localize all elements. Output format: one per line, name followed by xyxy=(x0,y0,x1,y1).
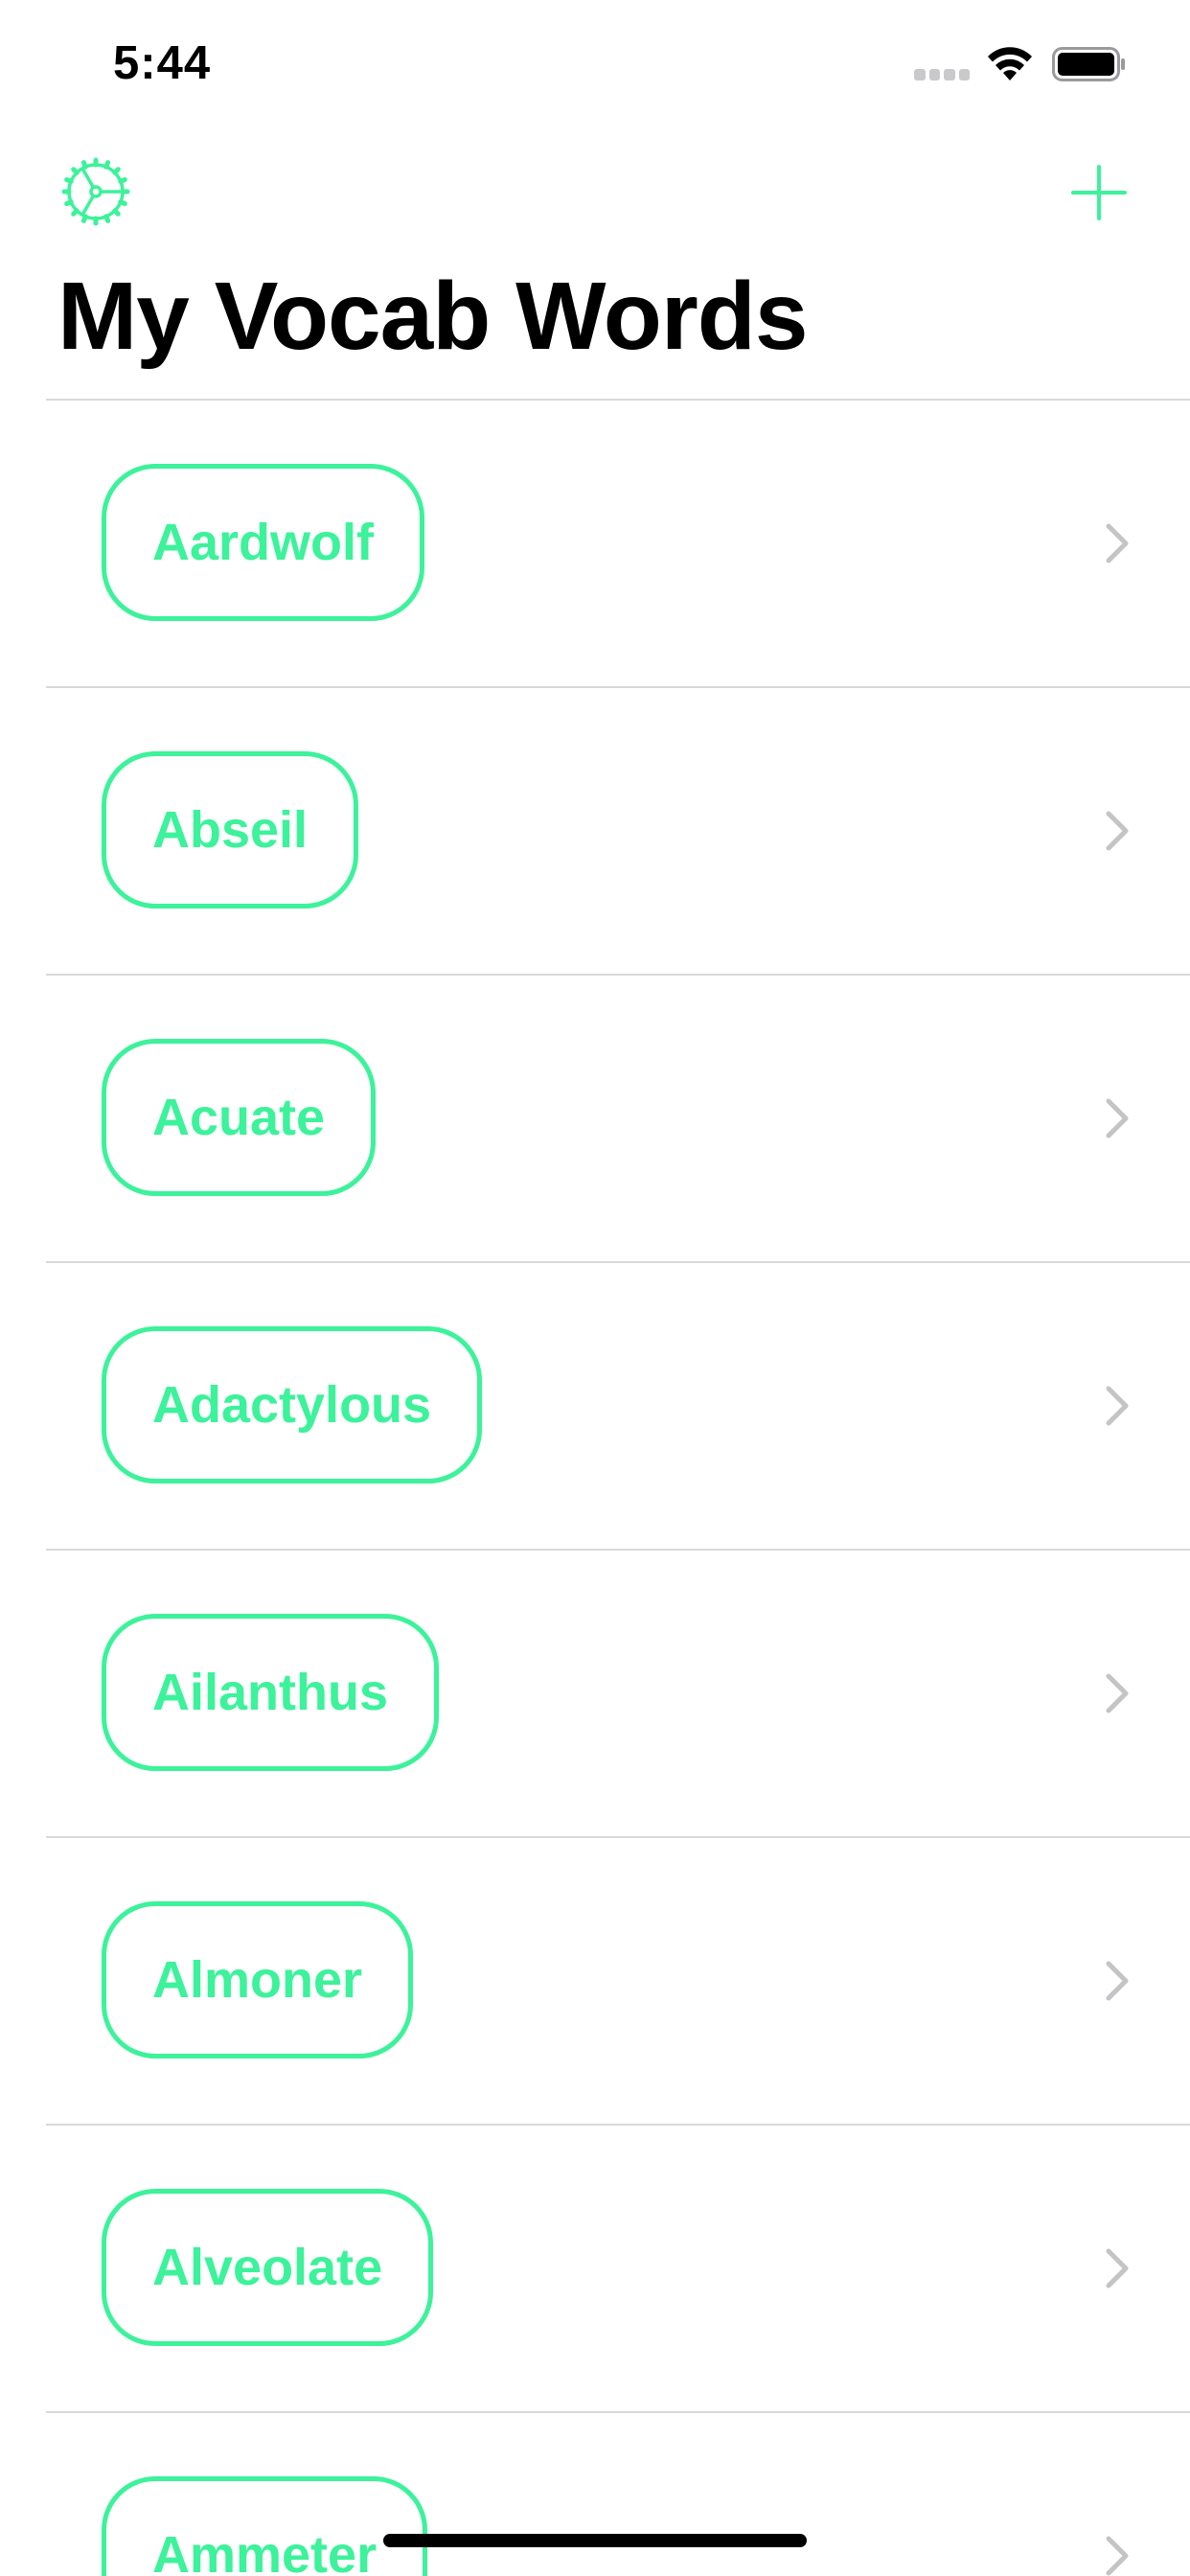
status-bar: 5:44 xyxy=(0,0,1190,126)
page-title: My Vocab Words xyxy=(57,263,808,370)
cellular-signal-icon xyxy=(914,69,970,80)
word-label: Acuate xyxy=(152,1089,326,1146)
chevron-right-icon xyxy=(1106,523,1129,564)
chevron-right-icon xyxy=(1106,2536,1129,2576)
home-indicator[interactable] xyxy=(383,2534,807,2547)
word-list: Aardwolf Abseil Acuate Adactylous Ailant… xyxy=(46,401,1190,2576)
word-pill[interactable]: Abseil xyxy=(102,751,359,908)
word-label: Abseil xyxy=(152,801,309,859)
battery-icon xyxy=(1052,47,1125,81)
word-label: Almoner xyxy=(152,1951,363,2009)
word-pill[interactable]: Ailanthus xyxy=(102,1614,440,1771)
chevron-right-icon xyxy=(1106,2248,1129,2288)
wifi-icon xyxy=(988,47,1032,80)
word-pill[interactable]: Adactylous xyxy=(102,1326,483,1484)
word-pill[interactable]: Ammeter xyxy=(102,2476,428,2576)
list-item[interactable]: Alveolate xyxy=(46,2126,1190,2413)
list-item[interactable]: Ammeter xyxy=(46,2413,1190,2576)
word-label: Alveolate xyxy=(152,2239,383,2296)
word-pill[interactable]: Aardwolf xyxy=(102,464,425,621)
list-item[interactable]: Adactylous xyxy=(46,1263,1190,1551)
chevron-right-icon xyxy=(1106,811,1129,851)
list-item[interactable]: Acuate xyxy=(46,976,1190,1263)
word-pill[interactable]: Alveolate xyxy=(102,2189,434,2346)
chevron-right-icon xyxy=(1106,1386,1129,1426)
list-item[interactable]: Almoner xyxy=(46,1838,1190,2126)
word-label: Aardwolf xyxy=(152,514,375,571)
chevron-right-icon xyxy=(1106,1098,1129,1138)
list-item[interactable]: Ailanthus xyxy=(46,1551,1190,1838)
status-time: 5:44 xyxy=(113,37,212,89)
list-item[interactable]: Aardwolf xyxy=(46,401,1190,688)
word-label: Ailanthus xyxy=(152,1664,389,1721)
list-item[interactable]: Abseil xyxy=(46,688,1190,976)
plus-icon[interactable] xyxy=(1069,163,1129,222)
chevron-right-icon xyxy=(1106,1673,1129,1714)
word-label: Adactylous xyxy=(152,1376,432,1434)
word-pill[interactable]: Almoner xyxy=(102,1901,414,2058)
navigation-bar: My Vocab Words xyxy=(0,126,1190,401)
chevron-right-icon xyxy=(1106,1961,1129,2001)
word-label: Ammeter xyxy=(152,2526,378,2576)
word-pill[interactable]: Acuate xyxy=(102,1039,377,1196)
gear-icon[interactable] xyxy=(59,155,132,228)
